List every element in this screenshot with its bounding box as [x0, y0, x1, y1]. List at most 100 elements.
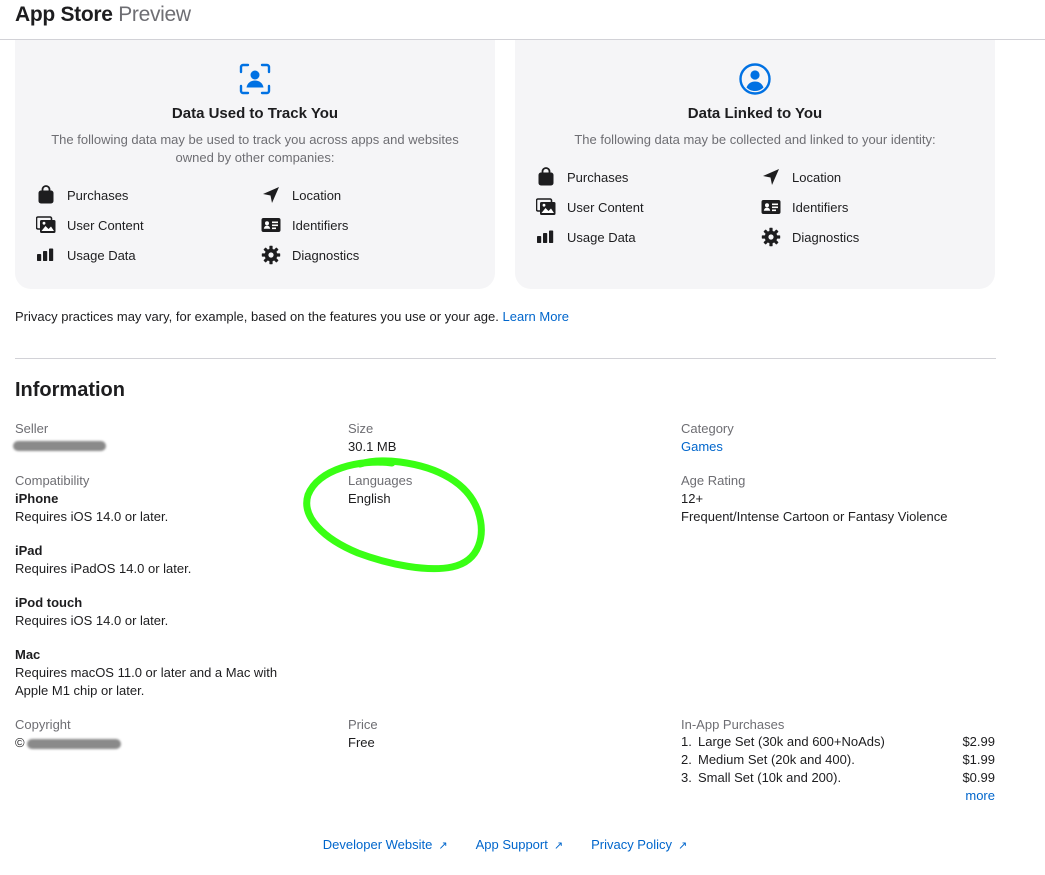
- privacy-policy-label: Privacy Policy: [591, 837, 672, 852]
- iap-name: Medium Set (20k and 400).: [698, 752, 855, 767]
- app-support-link[interactable]: App Support ↗: [476, 837, 564, 852]
- learn-more-link[interactable]: Learn More: [503, 309, 569, 324]
- size-label: Size: [348, 421, 374, 436]
- developer-website-label: Developer Website: [322, 837, 433, 852]
- linked-item-purchases: Purchases: [536, 166, 761, 188]
- device-name-iphone: iPhone: [15, 490, 58, 508]
- section-divider: [15, 358, 996, 359]
- track-data-items: Purchases Location User Content Identifi…: [36, 184, 486, 266]
- gear-icon: [761, 227, 781, 247]
- track-item-location: Location: [261, 184, 486, 206]
- copyright-label: Copyright: [15, 717, 71, 732]
- category-link[interactable]: Games: [681, 438, 723, 456]
- location-arrow-icon: [261, 185, 281, 205]
- iap-name: Small Set (10k and 200).: [698, 770, 842, 785]
- track-item-label: Location: [292, 187, 342, 203]
- linked-item-label: User Content: [567, 199, 644, 215]
- photo-icon: [36, 215, 56, 235]
- id-card-icon: [261, 215, 281, 235]
- information-heading: Information: [15, 379, 125, 401]
- track-card-title: Data Used to Track You: [171, 105, 339, 122]
- languages-label: Languages: [348, 473, 413, 488]
- external-arrow-icon: ↗: [678, 840, 688, 852]
- seller-redacted: [13, 441, 106, 451]
- id-card-icon: [761, 197, 781, 217]
- iap-price: $2.99: [962, 734, 995, 749]
- device-req-mac-line1: Requires macOS 11.0 or later and a Mac w…: [15, 665, 278, 680]
- tracking-person-icon: [238, 62, 272, 96]
- device-name: iPad: [15, 543, 43, 558]
- gear-icon: [261, 245, 281, 265]
- track-item-identifiers: Identifiers: [261, 214, 486, 236]
- track-item-label: Identifiers: [292, 217, 349, 233]
- shopping-bag-icon: [536, 167, 556, 187]
- track-item-user-content: User Content: [36, 214, 261, 236]
- iap-price: $1.99: [962, 752, 995, 767]
- privacy-policy-link[interactable]: Privacy Policy ↗: [591, 837, 687, 852]
- age-rating-label: Age Rating: [681, 473, 746, 488]
- linked-item-user-content: User Content: [536, 196, 761, 218]
- category-label: Category: [681, 421, 734, 436]
- external-arrow-icon: ↗: [553, 840, 564, 852]
- track-item-usage-data: Usage Data: [36, 244, 261, 266]
- app-store-header: App Store Preview: [0, 0, 1045, 40]
- size-value: 30.1 MB: [348, 439, 397, 454]
- track-item-label: Diagnostics: [292, 247, 360, 263]
- device-name-ipod: iPod touch: [15, 594, 82, 612]
- device-req-ipod: Requires iOS 14.0 or later.: [15, 613, 169, 628]
- languages-value: English: [348, 491, 391, 506]
- device-name: iPod touch: [15, 595, 83, 610]
- device-req-ipad: Requires iPadOS 14.0 or later.: [15, 561, 192, 576]
- linked-item-diagnostics: Diagnostics: [761, 226, 986, 248]
- age-rating-detail: Frequent/Intense Cartoon or Fantasy Viol…: [681, 509, 948, 524]
- in-app-purchases-list: 1. Large Set (30k and 600+NoAds) $2.99 2…: [681, 733, 995, 805]
- brand-sub: Preview: [118, 3, 191, 26]
- iap-number: 2.: [681, 752, 692, 767]
- track-data-card: Data Used to Track You The following dat…: [15, 40, 495, 289]
- in-app-purchases-label: In-App Purchases: [681, 717, 785, 732]
- iap-number: 3.: [681, 770, 692, 785]
- app-support-label: App Support: [475, 837, 548, 852]
- footer-links: Developer Website ↗ App Support ↗ Privacy …: [0, 837, 1010, 852]
- iap-price: $0.99: [962, 770, 995, 785]
- location-arrow-icon: [761, 167, 781, 187]
- track-item-purchases: Purchases: [36, 184, 261, 206]
- linked-item-label: Purchases: [567, 169, 629, 185]
- bar-chart-icon: [536, 227, 556, 247]
- linked-item-usage-data: Usage Data: [536, 226, 761, 248]
- iap-row: 3. Small Set (10k and 200). $0.99: [681, 769, 995, 787]
- linked-item-label: Location: [792, 169, 842, 185]
- iap-more-link[interactable]: more: [681, 787, 995, 805]
- linked-card-title: Data Linked to You: [687, 105, 823, 122]
- device-name-mac: Mac: [15, 646, 40, 664]
- person-circle-icon: [738, 62, 772, 96]
- iap-row: 2. Medium Set (20k and 400). $1.99: [681, 751, 995, 769]
- linked-item-label: Diagnostics: [792, 229, 860, 245]
- track-item-label: Purchases: [67, 187, 129, 203]
- iap-row: 1. Large Set (30k and 600+NoAds) $2.99: [681, 733, 995, 751]
- linked-card-description: The following data may be collected and …: [574, 132, 936, 147]
- device-req-mac-line2: Apple M1 chip or later.: [15, 683, 145, 698]
- linked-item-label: Identifiers: [792, 199, 849, 215]
- compatibility-label: Compatibility: [15, 473, 90, 488]
- privacy-note-text: Privacy practices may vary, for example,…: [15, 309, 499, 324]
- device-name: iPhone: [15, 491, 59, 506]
- track-item-label: Usage Data: [67, 247, 136, 263]
- privacy-note: Privacy practices may vary, for example,…: [15, 309, 569, 324]
- track-card-description: The following data may be used to track …: [51, 132, 459, 165]
- age-rating-value: 12+: [681, 491, 704, 506]
- linked-data-card: Data Linked to You The following data ma…: [515, 40, 995, 289]
- device-name-ipad: iPad: [15, 542, 42, 560]
- developer-website-link[interactable]: Developer Website ↗: [323, 837, 448, 852]
- iap-number: 1.: [681, 734, 692, 749]
- track-item-diagnostics: Diagnostics: [261, 244, 486, 266]
- app-store-brand[interactable]: App Store Preview: [15, 3, 191, 27]
- copyright-redacted: [27, 739, 121, 749]
- linked-data-items: Purchases Location User Content Identifi…: [536, 166, 986, 248]
- track-item-label: User Content: [67, 217, 144, 233]
- external-arrow-icon: ↗: [438, 840, 448, 852]
- photo-icon: [536, 197, 556, 217]
- brand-name: App Store: [15, 3, 113, 26]
- seller-label: Seller: [15, 421, 49, 436]
- linked-item-label: Usage Data: [567, 229, 636, 245]
